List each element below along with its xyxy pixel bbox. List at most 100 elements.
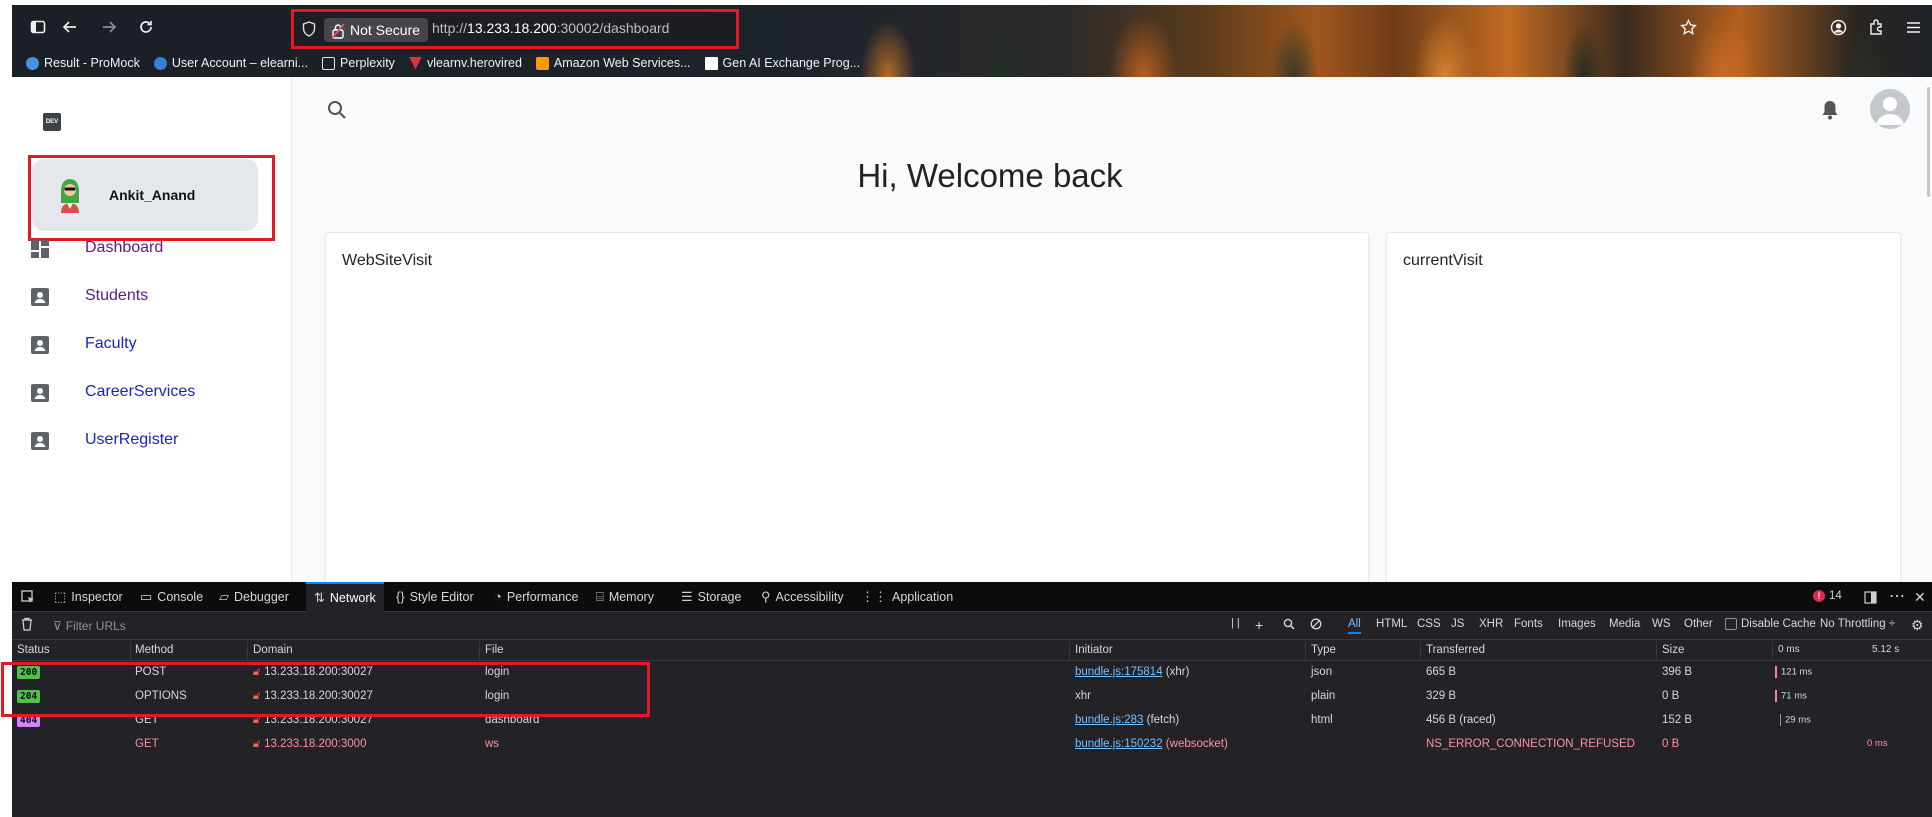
app-menu-icon[interactable] [1905,19,1922,41]
url-host: 13.233.18.200 [467,20,557,36]
more-options-icon[interactable]: ⋯ [1889,582,1905,612]
timing-label: 0 ms [1867,738,1888,749]
forward-icon[interactable] [99,19,119,39]
settings-gear-icon[interactable]: ⚙ [1911,617,1924,634]
error-counter[interactable]: ! 14 [1813,590,1842,602]
bookmark-label: Gen AI Exchange Prog... [722,56,861,70]
devtools-tabbar: ⬚ Inspector ▭ Console ▱ Debugger ⇅ Network {… [12,582,1932,612]
dock-icon[interactable] [1864,582,1877,612]
filter-all[interactable]: All [1348,618,1361,634]
disable-cache-toggle[interactable]: Disable Cache [1725,618,1816,630]
search-icon[interactable] [326,99,348,121]
tab-network[interactable]: ⇅ Network [306,582,384,612]
nav-item-dashboard[interactable]: Dashboard [12,229,291,269]
request-initiator: bundle.js:150232 (websocket) [1075,738,1228,750]
bookmark-item[interactable]: Perplexity [322,53,395,73]
pause-icon[interactable]: | | [1231,617,1240,629]
not-secure-badge[interactable]: Not Secure [324,18,429,42]
column-header[interactable]: File [485,644,504,656]
tab-console[interactable]: ▭ Console [140,582,203,612]
nav-item-students[interactable]: Students [12,277,291,317]
page-scrollbar[interactable] [1927,87,1930,197]
memory-icon: ⌸ [596,589,604,604]
profile-avatar[interactable] [1870,89,1910,129]
request-type: json [1311,666,1333,678]
filter-images[interactable]: Images [1558,618,1596,630]
tab-style-editor[interactable]: {} Style Editor [396,582,474,612]
filter-other[interactable]: Other [1684,618,1713,630]
user-card[interactable]: Ankit_Anand [32,159,258,231]
filter-html[interactable]: HTML [1376,618,1407,630]
tab-storage[interactable]: ☰ Storage [681,582,741,612]
column-header[interactable]: Status [17,644,50,656]
account-icon[interactable] [1830,19,1847,41]
throttling-select[interactable]: No Throttling ÷ [1820,618,1895,630]
column-header[interactable]: Method [135,644,173,656]
request-initiator: bundle.js:175814 (xhr) [1075,666,1189,678]
filter-ws[interactable]: WS [1652,618,1671,630]
request-row-error[interactable]: GET 🔓︎ 13.233.18.200:3000 ws bundle.js:15… [12,733,1932,757]
filter-urls-input[interactable]: ⊽ Filter URLs [53,619,126,633]
disable-cache-checkbox[interactable] [1725,618,1737,630]
tab-performance[interactable]: ◔ Performance [494,582,578,612]
back-icon[interactable] [60,19,80,39]
url-text[interactable]: http://13.233.18.200:30002/dashboard [432,20,669,36]
close-devtools-icon[interactable]: ✕ [1914,582,1926,612]
request-type: plain [1311,690,1336,702]
tab-label: Memory [608,590,654,604]
nav-item-careerservices[interactable]: CareerServices [12,373,291,413]
bookmark-label: Perplexity [340,56,395,70]
notification-bell-icon[interactable] [1820,99,1840,121]
trash-icon[interactable] [21,617,33,634]
column-divider [479,641,480,661]
filter-js[interactable]: JS [1451,618,1464,630]
sidebar-toggle-icon[interactable] [28,19,48,39]
tab-accessibility[interactable]: ⚲ Accessibility [761,582,844,612]
contact-card-icon [31,336,49,354]
tab-memory[interactable]: ⌸ Memory [596,582,654,612]
bookmark-item[interactable]: User Account – elearni... [153,53,308,73]
column-header[interactable]: Transferred [1426,644,1485,656]
tab-inspector[interactable]: ⬚ Inspector [54,582,123,612]
tracking-shield-icon[interactable] [302,21,318,38]
add-icon[interactable]: + [1255,617,1263,633]
nav-item-faculty[interactable]: Faculty [12,325,291,365]
network-icon: ⇅ [314,590,325,605]
nav-label: UserRegister [85,431,179,448]
element-picker-icon[interactable] [21,582,35,612]
not-secure-label: Not Secure [350,22,421,38]
column-header[interactable]: Domain [253,644,293,656]
network-toolbar: ⊽ Filter URLs | | + All HTML CSS JS XHR F… [12,613,1932,640]
bookmark-item[interactable]: Amazon Web Services... [535,53,691,73]
request-transferred: 329 B [1426,690,1457,702]
block-icon[interactable] [1310,617,1322,633]
filter-media[interactable]: Media [1609,618,1640,630]
domain-text: 13.233.18.200:3000 [264,738,367,750]
initiator-link[interactable]: bundle.js:175814 [1075,666,1163,678]
extensions-icon[interactable] [1868,19,1885,41]
dev-logo[interactable]: DEV [43,113,61,131]
tab-label: Network [329,591,376,605]
initiator-link[interactable]: bundle.js:150232 [1075,738,1163,750]
bookmark-item[interactable]: Gen AI Exchange Prog... [704,53,861,73]
tab-label: Style Editor [409,590,474,604]
filter-fonts[interactable]: Fonts [1514,618,1543,630]
filter-xhr[interactable]: XHR [1479,618,1503,630]
tab-label: Storage [697,590,742,604]
bookmark-item[interactable]: vlearnv.herovired [408,53,522,73]
column-header[interactable]: Initiator [1075,644,1113,656]
bookmarks-bar: Result - ProMock User Account – elearni.… [26,53,860,73]
address-bar[interactable]: Not Secure http://13.233.18.200:30002/da… [291,9,739,49]
initiator-link[interactable]: bundle.js:283 [1075,714,1143,726]
column-header[interactable]: Size [1662,644,1684,656]
search-icon[interactable] [1283,617,1295,633]
reload-icon[interactable] [136,19,156,39]
bookmark-item[interactable]: Result - ProMock [26,53,140,73]
tab-debugger[interactable]: ▱ Debugger [219,582,289,612]
tab-application[interactable]: ⋮⋮ Application [861,582,953,612]
filter-css[interactable]: CSS [1417,618,1441,630]
nav-item-userregister[interactable]: UserRegister [12,421,291,461]
bookmark-star-icon[interactable] [1680,18,1697,41]
request-size: 0 B [1662,738,1680,750]
column-header[interactable]: Type [1311,644,1336,656]
